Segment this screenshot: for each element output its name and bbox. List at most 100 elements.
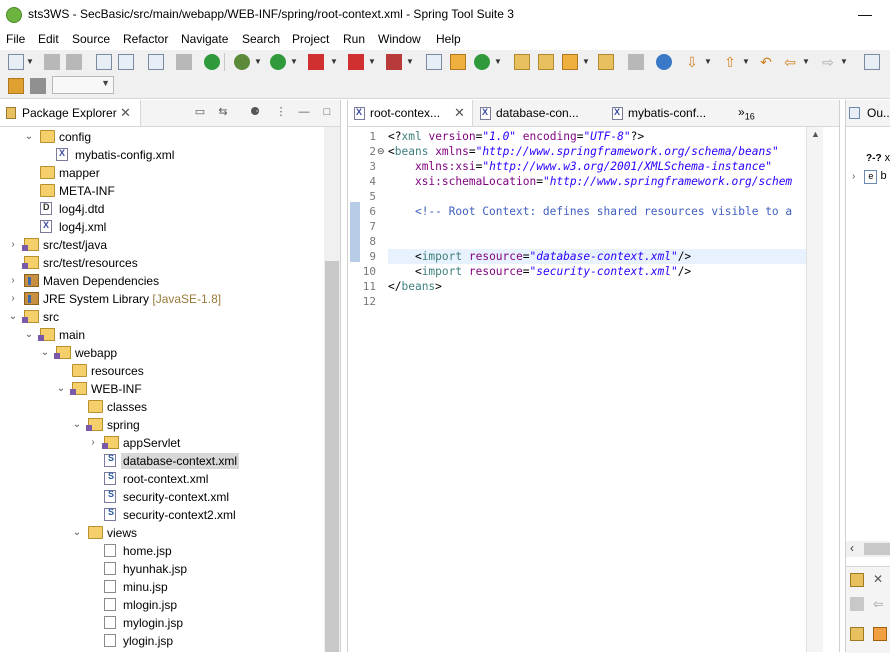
run-icon[interactable] [270,54,286,70]
open-type-icon[interactable] [514,54,530,70]
editor-scrollbar[interactable]: ▲ [806,127,823,652]
package-explorer-scrollbar[interactable] [324,127,340,652]
tree-item[interactable]: src/test/resources [0,254,325,272]
prev-annotation-dropdown-icon[interactable]: ▼ [742,54,750,70]
new-class-icon[interactable] [474,54,490,70]
tree-item[interactable]: › Maven Dependencies [0,272,325,290]
tree-item[interactable]: › src/test/java [0,236,325,254]
tab-package-explorer[interactable]: Package Explorer ✕ [0,100,141,126]
chevron-right-icon[interactable]: › [8,273,18,289]
minimize-button[interactable]: — [858,6,872,22]
stop-icon[interactable] [348,54,364,70]
code-line[interactable]: <beans xmlns="http://www.springframework… [388,144,806,159]
debug-icon[interactable] [234,54,250,70]
code-line[interactable] [388,294,806,309]
server-dropdown-icon[interactable]: ▼ [330,54,338,70]
web-browser-icon[interactable] [656,54,672,70]
tree-item[interactable]: mapper [0,164,325,182]
external-tools-icon[interactable] [386,54,402,70]
new-dropdown-icon[interactable]: ▼ [26,54,34,70]
menu-search[interactable]: Search [242,32,280,46]
search-tool-icon[interactable] [562,54,578,70]
save-icon[interactable] [44,54,60,70]
forward-dropdown-icon[interactable]: ▼ [840,54,848,70]
grid-icon[interactable] [30,78,46,94]
new-spring-project-icon[interactable] [426,54,442,70]
scroll-left-icon[interactable]: ‹ [850,541,854,555]
menu-refactor[interactable]: Refactor [123,32,168,46]
code-line[interactable]: </beans> [388,279,806,294]
chevron-right-icon[interactable]: › [8,291,18,307]
tree-item[interactable]: classes [0,398,325,416]
external-dropdown-icon[interactable]: ▼ [406,54,414,70]
scrollbar-thumb[interactable] [325,261,339,652]
build-icon[interactable] [96,54,112,70]
close-icon[interactable]: ✕ [873,572,887,586]
menu-project[interactable]: Project [292,32,329,46]
tree-item[interactable]: META-INF [0,182,325,200]
run-dropdown-icon[interactable]: ▼ [290,54,298,70]
back-dropdown-icon[interactable]: ▼ [802,54,810,70]
minimize-view-icon[interactable]: — [297,105,311,119]
menu-edit[interactable]: Edit [38,32,59,46]
tree-item[interactable]: ⌄ main [0,326,325,344]
outline-row[interactable]: ?-? x [866,152,890,168]
code-line[interactable]: <!-- Root Context: defines shared resour… [388,204,806,219]
tree-item[interactable]: minu.jsp [0,578,325,596]
refresh-server-icon[interactable] [204,54,220,70]
next-annotation-icon[interactable]: ⇩ [684,54,700,70]
tree-item[interactable]: hyunhak.jsp [0,560,325,578]
tree-item[interactable]: database-context.xml [0,452,325,470]
new-class-dropdown-icon[interactable]: ▼ [494,54,502,70]
previous-annotation-icon[interactable]: ⇧ [722,54,738,70]
chevron-right-icon[interactable]: › [88,435,98,451]
chevron-down-icon[interactable]: ⌄ [72,525,82,541]
chevron-down-icon[interactable]: ⌄ [24,327,34,343]
code-line[interactable] [388,189,806,204]
tree-item[interactable]: mlogin.jsp [0,596,325,614]
scrollbar-thumb[interactable] [864,543,890,555]
tree-item[interactable]: security-context2.xml [0,506,325,524]
fold-toggle-icon[interactable]: ⊖ [377,144,385,159]
chevron-right-icon[interactable]: › [852,171,855,182]
menu-help[interactable]: Help [436,32,461,46]
run-on-server-icon[interactable] [308,54,324,70]
tab-overflow-button[interactable]: »16 [738,105,755,121]
collapse-all-icon[interactable]: ▭ [193,105,207,119]
tab-mybatis-config[interactable]: mybatis-conf... [606,100,736,126]
tree-item[interactable]: ⌄ src [0,308,325,326]
tree-item[interactable]: ⌄ WEB-INF [0,380,325,398]
menu-window[interactable]: Window [378,32,421,46]
servers-icon[interactable] [850,573,864,587]
new-server-icon[interactable] [850,627,864,641]
open-folder-icon[interactable] [598,54,614,70]
outline-row[interactable]: › e b [852,170,887,186]
code-line[interactable]: <?xml version="1.0" encoding="UTF-8"?> [388,129,806,144]
package-icon[interactable] [450,54,466,70]
close-icon[interactable]: ✕ [454,105,465,121]
tree-item[interactable]: ⌄ views [0,524,325,542]
maximize-view-icon[interactable]: □ [320,105,334,119]
toggle-mark-icon[interactable] [628,54,644,70]
sun-icon[interactable] [873,627,887,641]
outline-scrollbar[interactable]: ‹ [846,541,890,557]
link-with-editor-icon[interactable]: ⇆ [216,105,230,119]
save-all-icon[interactable] [66,54,82,70]
chevron-down-icon[interactable]: ⌄ [8,309,18,325]
tree-item[interactable]: ⌄ webapp [0,344,325,362]
tree-item[interactable]: mylogin.jsp [0,614,325,632]
toolbar-combo[interactable]: ▼ [52,76,114,94]
chevron-down-icon[interactable]: ⌄ [56,381,66,397]
console-icon[interactable] [148,54,164,70]
code-line[interactable] [388,234,806,249]
code-line[interactable]: <import resource="security-context.xml"/… [388,264,806,279]
tab-root-context[interactable]: root-contex... ✕ [348,100,473,126]
menu-run[interactable]: Run [343,32,365,46]
code-line[interactable]: xsi:schemaLocation="http://www.springfra… [388,174,806,189]
tree-item[interactable]: resources [0,362,325,380]
tree-item[interactable]: security-context.xml [0,488,325,506]
close-icon[interactable]: ✕ [120,105,131,121]
tree-item[interactable]: log4j.dtd [0,200,325,218]
tree-item[interactable]: ⌄ spring [0,416,325,434]
next-annotation-dropdown-icon[interactable]: ▼ [704,54,712,70]
